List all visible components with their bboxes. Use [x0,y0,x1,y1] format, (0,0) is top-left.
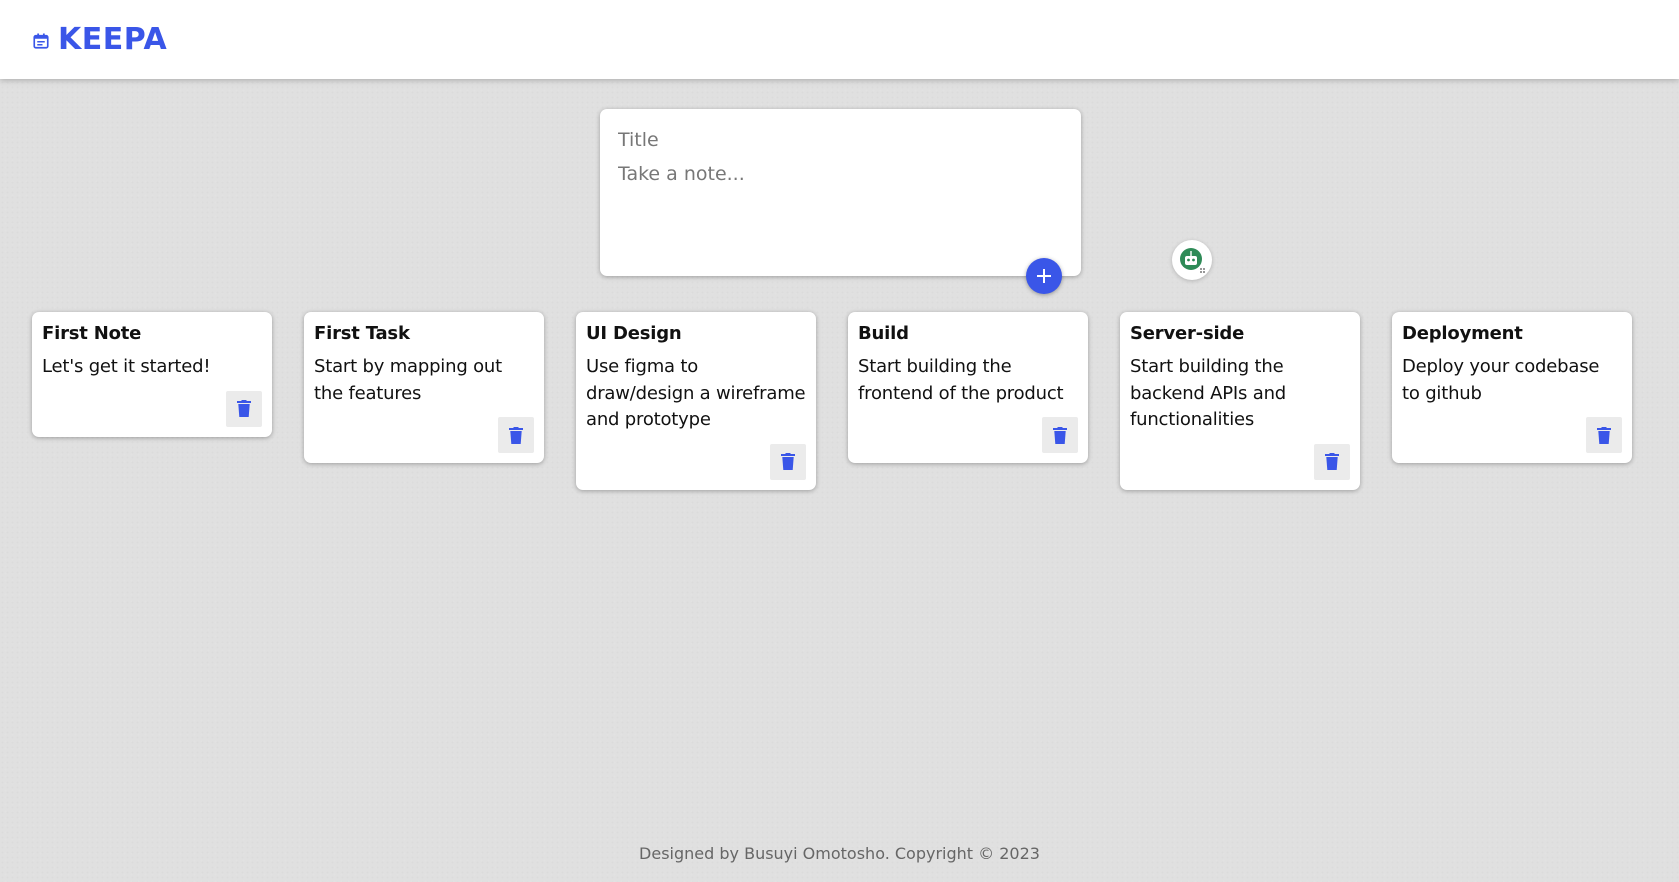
trash-icon [781,453,795,470]
note-title: UI Design [586,323,682,344]
note-title-input[interactable] [618,129,1063,151]
copyright-text: Designed by Busuyi Omotosho. Copyright ©… [639,844,1040,863]
delete-note-button[interactable] [1586,417,1622,453]
note-title: Deployment [1402,323,1523,344]
note-title: First Task [314,323,410,344]
note-content: Use figma to draw/design a wireframe and… [586,356,806,430]
trash-icon [237,400,251,417]
plus-icon [1037,269,1051,283]
add-note-button[interactable] [1026,258,1062,294]
note-content-input[interactable] [618,163,1063,253]
assistant-widget[interactable] [1172,240,1212,280]
trash-icon [1053,426,1067,444]
delete-note-button[interactable] [1314,443,1350,480]
trash-icon [1325,453,1339,470]
note-content: Deploy your codebase to github [1402,356,1600,404]
note-content: Start by mapping out the features [314,356,502,404]
note-title: First Note [42,323,142,344]
app-header: KEEPA [0,0,1679,79]
note-card: Build Start building the frontend of the… [848,312,1088,463]
note-content: Start building the frontend of the produ… [858,356,1064,404]
robot-icon [1180,248,1205,273]
trash-icon [509,426,523,444]
delete-note-button[interactable] [498,417,534,453]
trash-icon [1597,426,1611,444]
note-content: Let's get it started! [42,356,211,377]
note-card: Server-side Start building the backend A… [1120,312,1360,490]
note-card: UI Design Use figma to draw/design a wir… [576,312,816,490]
note-title: Build [858,323,909,344]
calendar-note-icon [33,33,49,49]
delete-note-button[interactable] [226,390,262,427]
delete-note-button[interactable] [770,443,806,480]
note-composer [600,109,1081,276]
note-card: First Task Start by mapping out the feat… [304,312,544,463]
note-content: Start building the backend APIs and func… [1130,356,1287,430]
note-card: Deployment Deploy your codebase to githu… [1392,312,1632,463]
note-card: First Note Let's get it started! [32,312,272,437]
app-title: KEEPA [58,22,168,57]
page-footer: Designed by Busuyi Omotosho. Copyright ©… [0,844,1679,863]
delete-note-button[interactable] [1042,417,1078,453]
note-title: Server-side [1130,323,1245,344]
